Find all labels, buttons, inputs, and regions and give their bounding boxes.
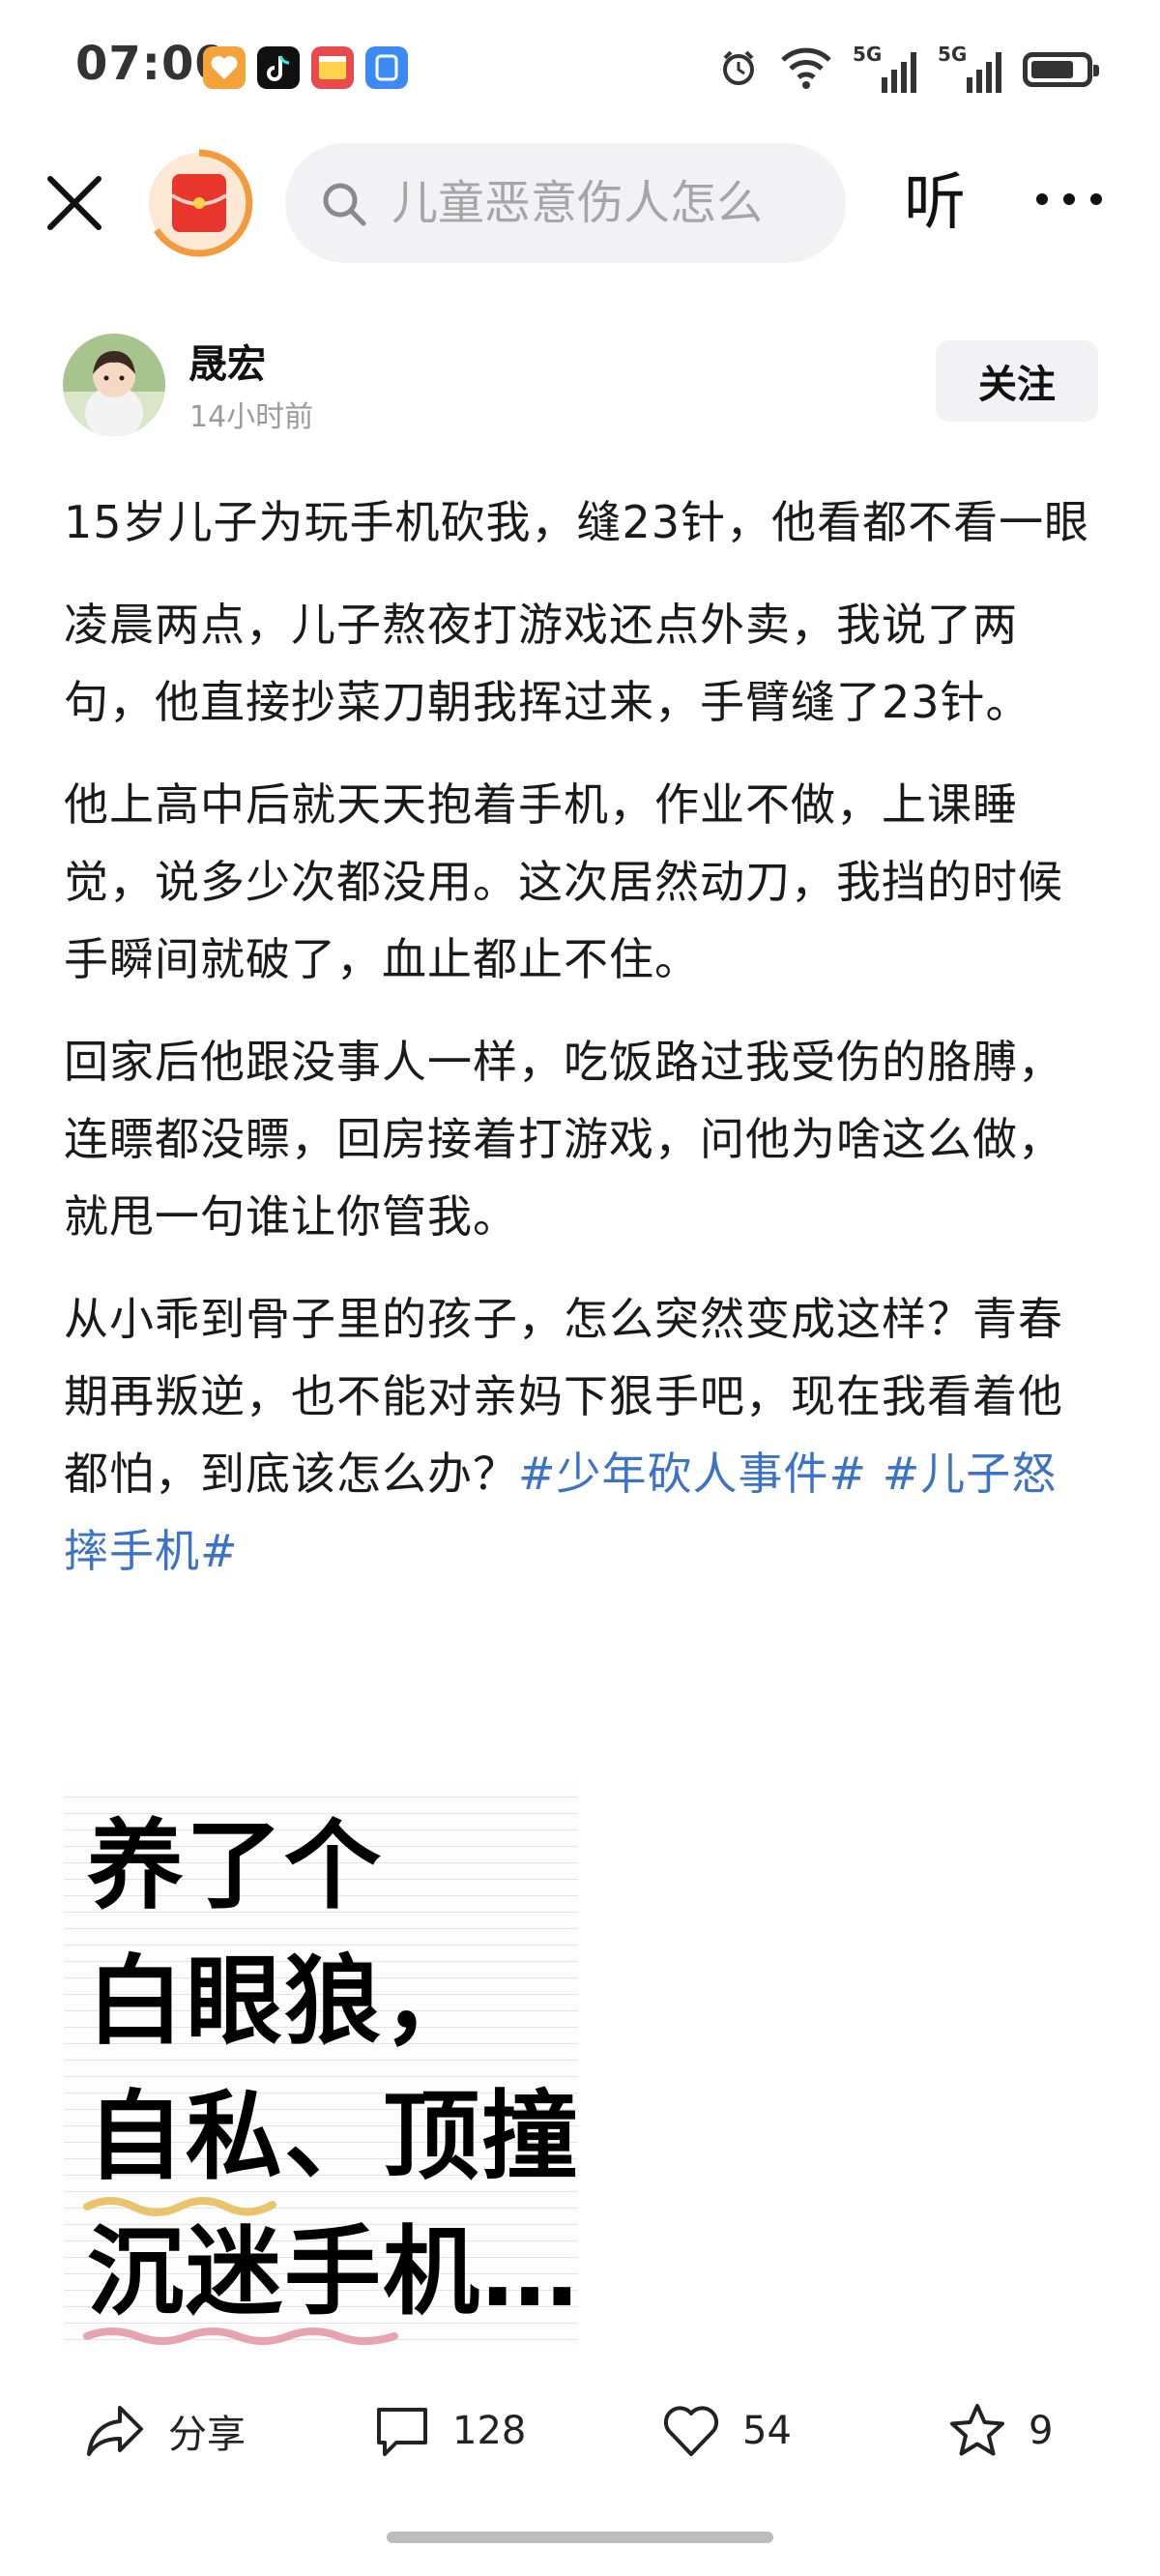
notification-app-icon-2 — [257, 46, 300, 89]
wifi-icon — [779, 44, 833, 95]
share-label: 分享 — [168, 2413, 246, 2457]
image-text-line-1: 养了个 — [87, 1809, 383, 1922]
like-count: 54 — [742, 2409, 792, 2453]
post-paragraph-2: 他上高中后就天天抱着手机，作业不做，上课睡觉，说多少次都没用。这次居然动刀，我挡… — [64, 778, 1063, 985]
app-logo[interactable] — [145, 149, 253, 257]
post-body: 15岁儿子为玩手机砍我，缝23针，他看都不看一眼 凌晨两点，儿子熬夜打游戏还点外… — [64, 483, 1098, 1615]
image-text-line-2: 白眼狼， — [87, 1945, 481, 2058]
close-button[interactable] — [41, 169, 108, 237]
avatar-image — [63, 334, 165, 436]
status-indicators: 5G 5G — [717, 43, 1099, 97]
favorite-count: 9 — [1029, 2409, 1054, 2453]
action-bar: 分享 128 54 9 — [0, 2381, 1160, 2477]
follow-button[interactable]: 关注 — [936, 340, 1098, 422]
avatar[interactable] — [63, 334, 165, 436]
like-button[interactable]: 54 — [661, 2400, 792, 2462]
post-title: 15岁儿子为玩手机砍我，缝23针，他看都不看一眼 — [64, 496, 1090, 548]
hashtag-1[interactable]: #少年砍人事件# — [518, 1448, 867, 1500]
red-envelope-icon — [149, 149, 253, 257]
alarm-icon — [717, 46, 760, 93]
post-paragraph-4: 从小乖到骨子里的孩子，怎么突然变成这样？青春期再叛逆，也不能对亲妈下狠手吧，现在… — [64, 1280, 1098, 1590]
heart-icon — [663, 2406, 719, 2456]
share-icon — [87, 2406, 143, 2456]
notification-app-icon-4 — [365, 46, 408, 89]
comment-count: 128 — [452, 2409, 527, 2453]
share-button[interactable]: 分享 — [85, 2400, 246, 2462]
status-bar: 07:00 5G 5G — [0, 0, 1160, 135]
home-indicator[interactable] — [387, 2532, 773, 2543]
image-text-line-4: 沉迷手机… — [87, 2215, 578, 2328]
pink-underline-mark — [83, 2327, 398, 2345]
search-input[interactable]: 儿童恶意伤人怎么 — [392, 172, 836, 234]
author-row: 晟宏 14小时前 关注 — [0, 329, 1160, 445]
comment-button[interactable]: 128 — [373, 2400, 526, 2462]
listen-button[interactable]: 听 — [904, 162, 966, 244]
post-paragraph-1: 凌晨两点，儿子熬夜打游戏还点外卖，我说了两句，他直接抄菜刀朝我挥过来，手臂缝了2… — [64, 599, 1031, 728]
post-paragraph-3: 回家后他跟没事人一样，吃饭路过我受伤的胳膊，连瞟都没瞟，回房接着打游戏，问他为啥… — [64, 1036, 1063, 1243]
post-time: 14小时前 — [189, 400, 314, 434]
yellow-underline-mark — [83, 2197, 276, 2216]
post-image[interactable]: 养了个 白眼狼， 自私、顶撞、 沉迷手机… — [64, 1781, 578, 2352]
battery-level — [1031, 61, 1074, 78]
author-name[interactable]: 晟宏 — [188, 333, 266, 389]
favorite-button[interactable]: 9 — [947, 2400, 1053, 2462]
comment-icon — [377, 2408, 427, 2456]
more-button[interactable] — [1034, 180, 1104, 219]
signal-icon-1: 5G — [853, 43, 918, 97]
battery-icon — [1023, 52, 1099, 87]
signal-icon-2: 5G — [938, 43, 1003, 97]
image-text-line-3: 自私、顶撞、 — [87, 2080, 578, 2193]
search-bar[interactable]: 儿童恶意伤人怎么 — [285, 143, 846, 263]
more-dots-icon — [1036, 193, 1102, 205]
top-nav: 儿童恶意伤人怎么 听 — [0, 135, 1160, 271]
close-icon — [47, 176, 102, 230]
notification-app-icon-1 — [203, 46, 246, 89]
search-icon — [323, 183, 366, 226]
star-icon — [950, 2404, 1004, 2456]
notification-app-icon-3 — [311, 46, 354, 89]
